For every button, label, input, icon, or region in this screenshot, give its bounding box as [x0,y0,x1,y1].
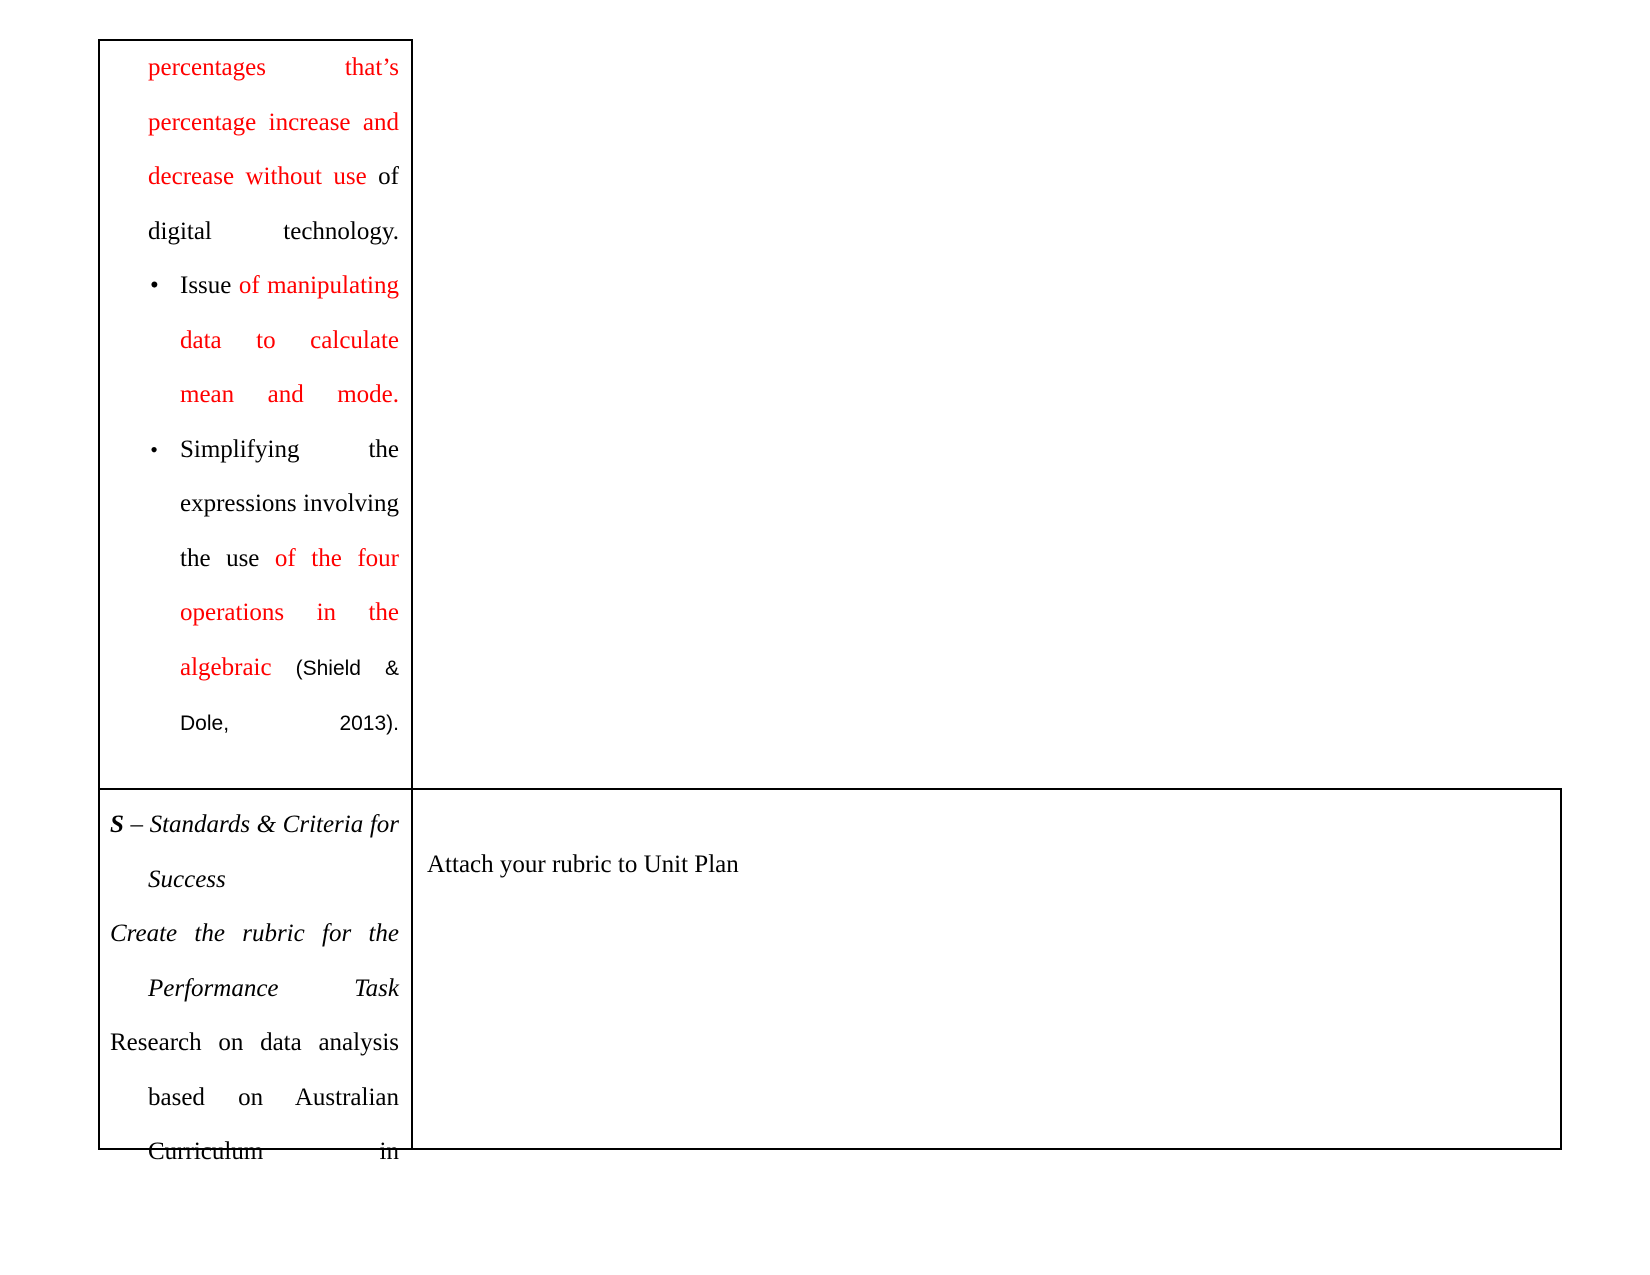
rubric-instruction-text: Attach your rubric to Unit Plan [427,851,739,878]
section-heading-letter: S [110,811,124,838]
list-item: • Issue of manipulating data to calculat… [110,259,399,423]
list-item: • Simplifying the expressions involving … [110,423,399,752]
bullet-icon: • [150,272,159,299]
continued-paragraph-red: percentages that’s percentage increase a… [148,54,399,190]
section-heading: S – Standards & Criteria for Success [110,798,399,907]
standards-criteria-left-cell: S – Standards & Criteria for Success Cre… [100,790,413,1165]
list-item-text: Simplifying the expressions involving th… [180,423,399,752]
standards-criteria-table: S – Standards & Criteria for Success Cre… [98,788,1562,1165]
document-page: percentages that’s percentage increase a… [0,0,1650,1275]
standards-criteria-right-cell: Attach your rubric to Unit Plan [413,790,1560,1148]
upper-table-cell: percentages that’s percentage increase a… [98,39,413,788]
list-item-text-black: Issue [180,272,239,299]
upper-cell-content: percentages that’s percentage increase a… [100,41,411,752]
section-subheading: Create the rubric for the Performance Ta… [110,920,399,1002]
section-body-text: Research on data analysis based on Austr… [110,1029,399,1165]
section-heading-text: – Standards & Criteria for Success [123,811,399,893]
bullet-icon: • [150,436,158,462]
list-item-text: Issue of manipulating data to calculate … [180,259,399,423]
continued-paragraph: percentages that’s percentage increase a… [110,41,399,259]
